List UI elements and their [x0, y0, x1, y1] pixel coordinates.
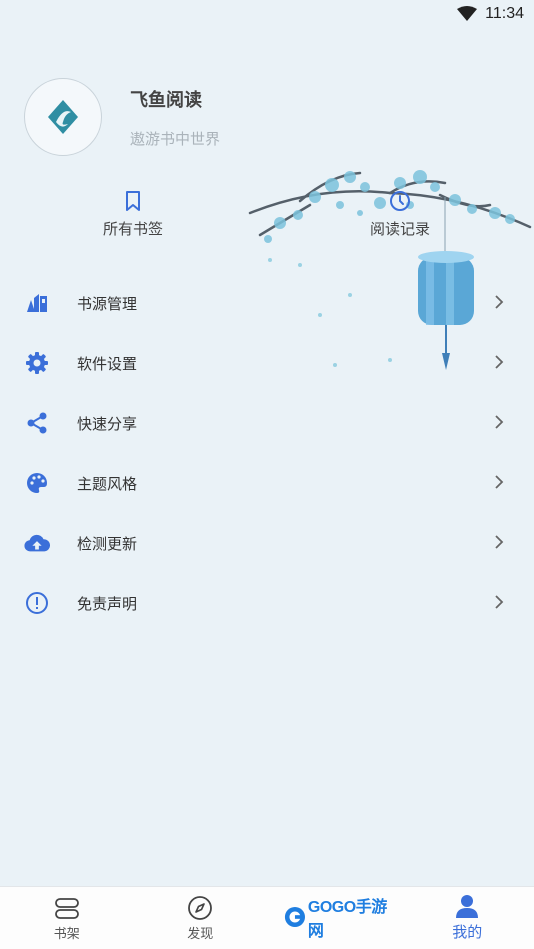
nav-mine[interactable]: 我的 — [401, 887, 534, 949]
status-bar: 11:34 — [0, 0, 534, 28]
watermark-text: GOGO手游网 — [307, 899, 387, 940]
menu-item-theme[interactable]: 主题风格 — [0, 453, 534, 513]
clock-icon — [390, 191, 410, 211]
chevron-right-icon — [495, 475, 504, 489]
wifi-icon — [457, 6, 478, 21]
menu-item-check-update[interactable]: 检测更新 — [0, 513, 534, 573]
gear-icon — [24, 350, 50, 376]
cloud-upload-icon — [24, 530, 50, 556]
compass-icon — [188, 896, 213, 920]
chevron-right-icon — [495, 595, 504, 609]
bookshelf-icon — [54, 898, 79, 919]
menu-item-settings[interactable]: 软件设置 — [0, 333, 534, 393]
alert-circle-icon — [24, 590, 50, 616]
reading-history-button[interactable]: 阅读记录 — [340, 190, 460, 239]
bookmark-icon — [126, 191, 140, 211]
palette-icon — [24, 470, 50, 496]
reading-history-label: 阅读记录 — [369, 220, 430, 238]
chevron-right-icon — [495, 415, 504, 429]
watermark-logo: GOGO手游网 — [284, 892, 394, 942]
fish-logo-icon — [48, 100, 78, 134]
nav-bookshelf[interactable]: 书架 — [0, 887, 134, 949]
app-logo-avatar — [24, 78, 102, 156]
menu-item-disclaimer[interactable]: 免责声明 — [0, 573, 534, 633]
chevron-right-icon — [495, 295, 504, 309]
all-bookmarks-button[interactable]: 所有书签 — [73, 190, 193, 239]
menu-label: 主题风格 — [77, 474, 138, 493]
nav-label: 书架 — [53, 927, 80, 942]
app-name: 飞鱼阅读 — [130, 89, 202, 111]
settings-menu: 书源管理 软件设置 快速分享 主题风格 检测更新 免责声明 — [0, 273, 534, 633]
share-icon — [24, 410, 50, 436]
menu-label: 快速分享 — [77, 414, 138, 433]
watermark-badge-icon — [284, 906, 305, 928]
menu-label: 免责声明 — [77, 594, 138, 613]
nav-discover[interactable]: 发现 — [134, 887, 268, 949]
all-bookmarks-label: 所有书签 — [102, 220, 163, 238]
person-icon — [456, 895, 479, 918]
menu-item-share[interactable]: 快速分享 — [0, 393, 534, 453]
menu-label: 软件设置 — [77, 354, 138, 373]
chevron-right-icon — [495, 535, 504, 549]
bottom-navigation: 书架 发现 我的 — [0, 886, 534, 949]
status-time: 11:34 — [485, 5, 524, 22]
menu-label: 检测更新 — [77, 534, 138, 553]
source-icon — [24, 290, 50, 316]
nav-label: 发现 — [187, 927, 214, 942]
nav-label: 我的 — [452, 923, 483, 941]
profile-header[interactable]: 飞鱼阅读 遨游书中世界 — [24, 78, 220, 156]
chevron-right-icon — [495, 355, 504, 369]
menu-item-book-source[interactable]: 书源管理 — [0, 273, 534, 333]
menu-label: 书源管理 — [77, 294, 138, 313]
app-slogan: 遨游书中世界 — [130, 129, 221, 148]
